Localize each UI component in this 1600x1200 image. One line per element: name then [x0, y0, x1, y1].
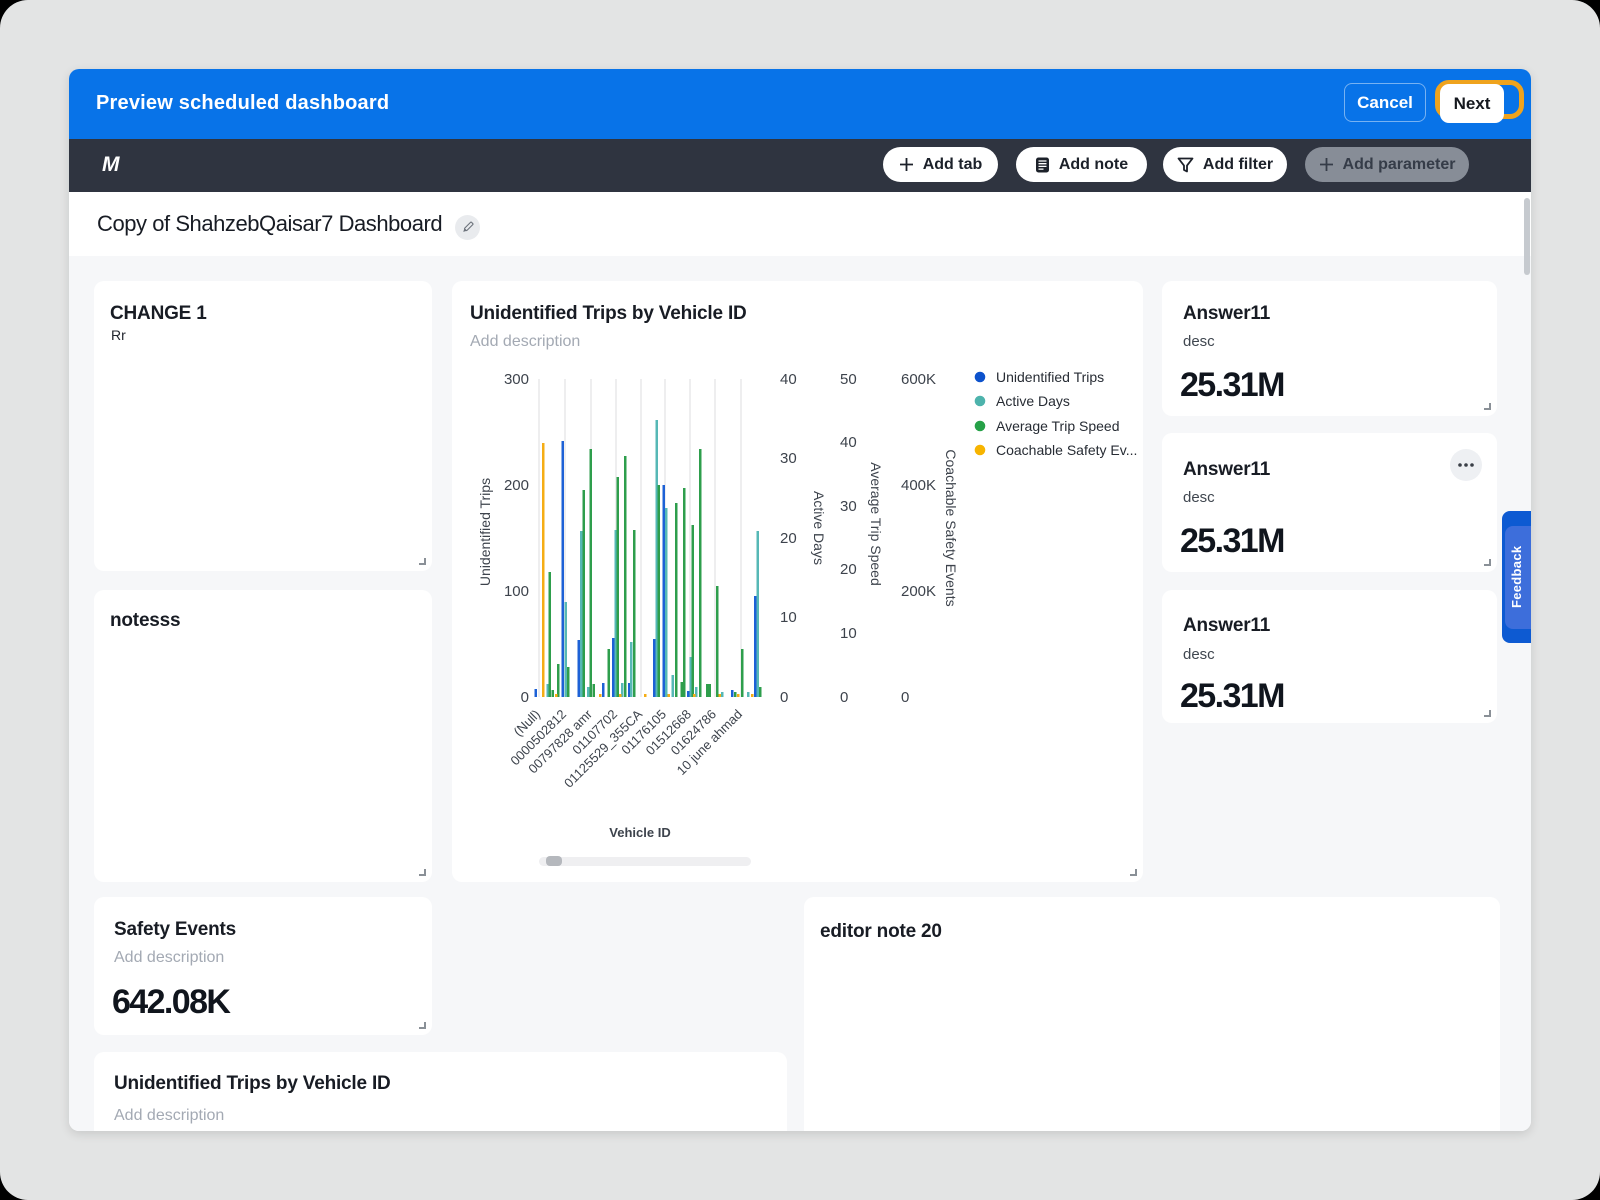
svg-text:20: 20 [780, 530, 797, 547]
svg-text:Coachable Safety Ev...: Coachable Safety Ev... [996, 442, 1137, 458]
svg-text:Unidentified Trips: Unidentified Trips [996, 369, 1104, 385]
svg-text:10: 10 [780, 609, 797, 626]
svg-text:30: 30 [780, 450, 797, 467]
svg-text:40: 40 [780, 371, 797, 388]
svg-text:Active Days: Active Days [996, 393, 1070, 409]
svg-text:100: 100 [504, 583, 529, 600]
svg-text:0: 0 [780, 689, 788, 706]
svg-text:20: 20 [840, 561, 857, 578]
svg-text:0: 0 [521, 689, 529, 706]
svg-text:200: 200 [504, 477, 529, 494]
svg-text:0: 0 [901, 689, 909, 706]
svg-text:Coachable Safety Events: Coachable Safety Events [943, 449, 959, 606]
svg-text:400K: 400K [901, 477, 936, 494]
svg-text:600K: 600K [901, 371, 936, 388]
svg-text:10: 10 [840, 625, 857, 642]
svg-text:200K: 200K [901, 583, 936, 600]
svg-text:Average Trip Speed: Average Trip Speed [996, 418, 1120, 434]
svg-text:0: 0 [840, 689, 848, 706]
svg-text:Active Days: Active Days [811, 491, 827, 565]
svg-text:Average Trip Speed: Average Trip Speed [868, 462, 884, 586]
svg-text:Unidentified Trips: Unidentified Trips [477, 478, 493, 586]
svg-text:50: 50 [840, 371, 857, 388]
svg-text:300: 300 [504, 371, 529, 388]
svg-text:40: 40 [840, 434, 857, 451]
svg-text:30: 30 [840, 498, 857, 515]
svg-text:Vehicle ID: Vehicle ID [609, 825, 670, 840]
